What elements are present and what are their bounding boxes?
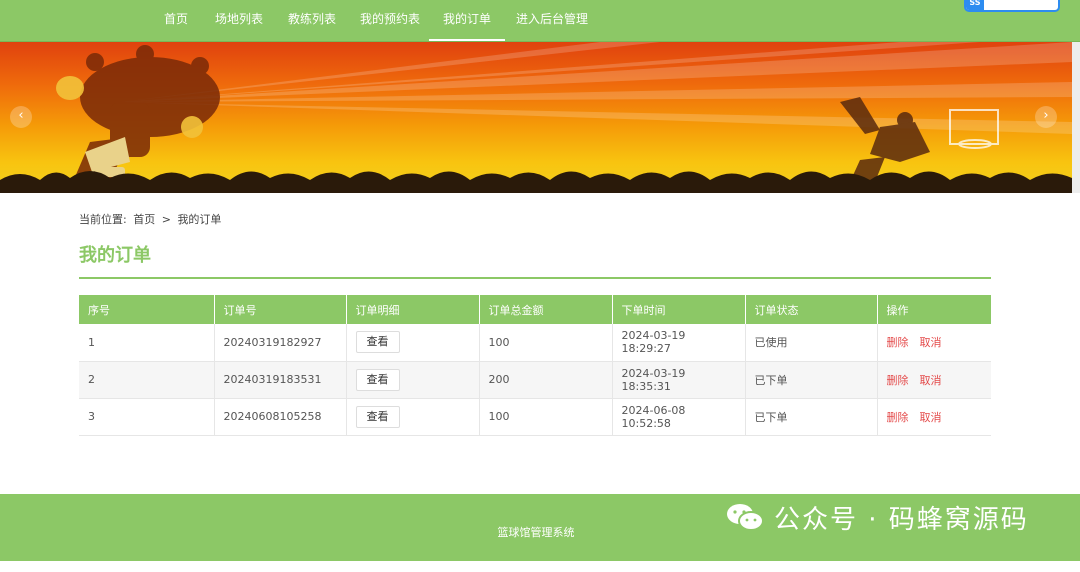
- page-title: 我的订单: [79, 245, 151, 266]
- breadcrumb: 当前位置: 首页 > 我的订单: [79, 211, 224, 227]
- title-divider: [79, 277, 991, 279]
- breadcrumb-separator: >: [161, 213, 171, 226]
- breadcrumb-current: 我的订单: [177, 213, 222, 226]
- col-header-time: 下单时间: [612, 295, 746, 324]
- table-row: 3 20240608105258 查看 100 2024-06-08 10:52…: [79, 398, 991, 436]
- col-header-index: 序号: [79, 295, 215, 324]
- cell-time: 2024-06-08 10:52:58: [612, 398, 746, 436]
- cell-index: 1: [79, 324, 215, 362]
- cell-status: 已下单: [745, 398, 878, 436]
- delete-link[interactable]: 删除: [887, 336, 909, 349]
- watermark-text: 公众号 · 码蜂窝源码: [774, 504, 1029, 535]
- banner-illustration: [0, 42, 1072, 193]
- cell-detail: 查看: [346, 324, 480, 362]
- delete-link[interactable]: 删除: [887, 374, 909, 387]
- nav-home[interactable]: 首页: [164, 0, 188, 41]
- view-detail-button[interactable]: 查看: [355, 331, 400, 354]
- breadcrumb-prefix: 当前位置:: [79, 213, 127, 226]
- cell-actions: 删除 取消: [877, 361, 991, 399]
- banner-prev-arrow-icon[interactable]: ‹: [10, 106, 32, 128]
- cell-index: 3: [79, 398, 215, 436]
- view-detail-button[interactable]: 查看: [355, 368, 400, 391]
- cell-status: 已下单: [745, 361, 878, 399]
- cell-index: 2: [79, 361, 215, 399]
- nav-my-reservations[interactable]: 我的预约表: [360, 0, 420, 41]
- nav-my-orders[interactable]: 我的订单: [428, 0, 506, 41]
- top-nav-bar: 首页 场地列表 教练列表 我的预约表 我的订单 进入后台管理 SS: [0, 0, 1080, 42]
- cell-time: 2024-03-19 18:29:27: [612, 324, 746, 362]
- breadcrumb-home-link[interactable]: 首页: [133, 213, 155, 226]
- col-header-order-no: 订单号: [214, 295, 347, 324]
- cell-time: 2024-03-19 18:35:31: [612, 361, 746, 399]
- cell-detail: 查看: [346, 361, 480, 399]
- col-header-status: 订单状态: [745, 295, 878, 324]
- cell-amount: 100: [479, 398, 613, 436]
- cancel-link[interactable]: 取消: [920, 411, 942, 424]
- cell-detail: 查看: [346, 398, 480, 436]
- table-row: 2 20240319183531 查看 200 2024-03-19 18:35…: [79, 361, 991, 399]
- cell-actions: 删除 取消: [877, 398, 991, 436]
- cell-order-no: 20240319183531: [214, 361, 347, 399]
- banner-next-arrow-icon[interactable]: ›: [1035, 106, 1057, 128]
- orders-table: 序号 订单号 订单明细 订单总金额 下单时间 订单状态 操作 1 2024031…: [79, 295, 991, 436]
- wechat-icon: [726, 502, 764, 532]
- badge-logo-icon: SS: [966, 0, 984, 10]
- delete-link[interactable]: 删除: [887, 411, 909, 424]
- cell-order-no: 20240608105258: [214, 398, 347, 436]
- table-row: 1 20240319182927 查看 100 2024-03-19 18:29…: [79, 324, 991, 362]
- cancel-link[interactable]: 取消: [920, 336, 942, 349]
- corner-badge[interactable]: SS: [964, 0, 1060, 12]
- scrollbar[interactable]: [1072, 42, 1080, 193]
- cell-amount: 100: [479, 324, 613, 362]
- cancel-link[interactable]: 取消: [920, 374, 942, 387]
- banner-carousel: ‹ ›: [0, 42, 1072, 193]
- watermark: 公众号 · 码蜂窝源码: [726, 500, 1029, 535]
- nav-admin-panel[interactable]: 进入后台管理: [516, 0, 588, 41]
- cell-status: 已使用: [745, 324, 878, 362]
- table-header-row: 序号 订单号 订单明细 订单总金额 下单时间 订单状态 操作: [79, 295, 991, 324]
- col-header-detail: 订单明细: [346, 295, 480, 324]
- cell-actions: 删除 取消: [877, 324, 991, 362]
- cell-order-no: 20240319182927: [214, 324, 347, 362]
- col-header-amount: 订单总金额: [479, 295, 613, 324]
- col-header-actions: 操作: [877, 295, 991, 324]
- cell-amount: 200: [479, 361, 613, 399]
- view-detail-button[interactable]: 查看: [355, 405, 400, 428]
- nav-venue-list[interactable]: 场地列表: [215, 0, 263, 41]
- nav-coach-list[interactable]: 教练列表: [288, 0, 336, 41]
